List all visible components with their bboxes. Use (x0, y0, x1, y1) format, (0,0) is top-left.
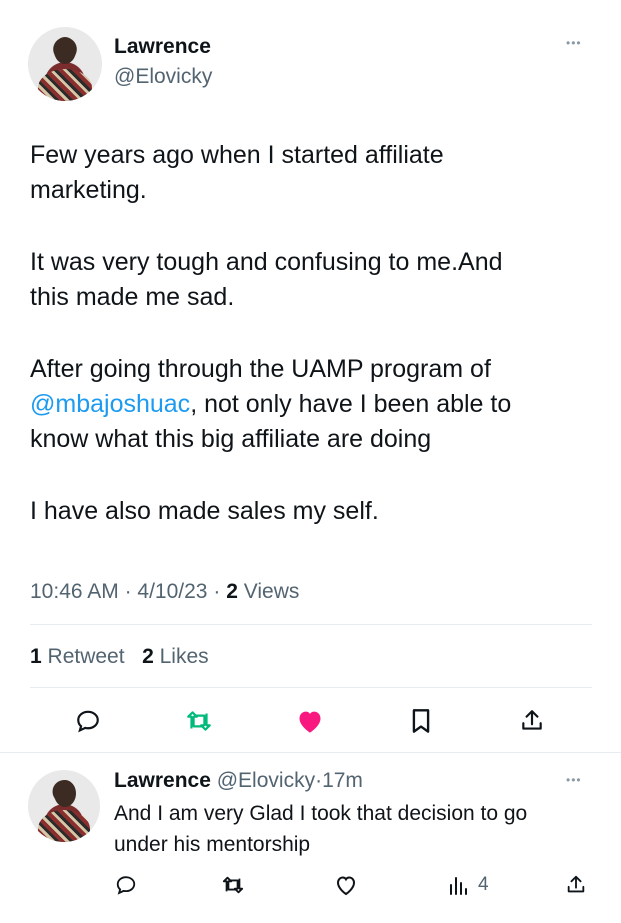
like-icon[interactable] (294, 705, 326, 737)
retweets-count: 1 (30, 645, 42, 668)
tweet-line: know what this big affiliate are doing (30, 425, 432, 453)
retweet-icon[interactable] (183, 705, 215, 737)
reply-reply-icon[interactable] (112, 871, 140, 899)
reply-line: under his mentorship (114, 833, 311, 856)
author-avatar[interactable] (28, 27, 102, 101)
likes-count: 2 (142, 645, 154, 668)
tweet-line: Few years ago when I started affiliate (30, 141, 444, 169)
author-handle[interactable]: @Elovicky (114, 65, 212, 89)
retweets-stat[interactable]: 1 Retweet (30, 645, 125, 668)
tweet-line: @mbajoshuac, not only have I been able t… (30, 387, 600, 422)
views-label: Views (243, 580, 300, 603)
separator-dot: · (124, 580, 132, 603)
more-options-icon[interactable]: ••• (566, 36, 582, 50)
share-icon[interactable] (516, 705, 548, 737)
reply-author-avatar[interactable] (28, 770, 100, 842)
reply-text: And I am very Glad I took that decision … (114, 798, 604, 860)
engagement-stats: 1 Retweet 2 Likes (30, 645, 209, 669)
reply-line: And I am very Glad I took that decision … (114, 802, 528, 825)
tweet-line: I have also made sales my self. (30, 497, 379, 525)
reply-icon[interactable] (72, 705, 104, 737)
separator-dot: · (213, 580, 221, 603)
tweet-text-fragment: , not only have I been able to (190, 390, 512, 418)
reply-share-icon[interactable] (562, 871, 590, 899)
views-count: 2 (226, 580, 238, 603)
tweet-date[interactable]: 4/10/23 (137, 580, 207, 603)
retweets-label: Retweet (47, 645, 125, 668)
reply-views-count: 4 (478, 874, 489, 895)
reply-age[interactable]: 17m (322, 769, 363, 792)
likes-stat[interactable]: 2 Likes (142, 645, 209, 668)
tweet-line: marketing. (30, 176, 147, 204)
tweet-timestamp[interactable]: 10:46 AM · 4/10/23 · 2 Views (30, 580, 299, 604)
reply-header: Lawrence @Elovicky·17m (114, 769, 363, 793)
divider (30, 687, 592, 688)
likes-label: Likes (159, 645, 209, 668)
tweet-line: It was very tough and confusing to me.An… (30, 248, 503, 276)
author-name[interactable]: Lawrence (114, 35, 211, 59)
reply-more-options-icon[interactable]: ••• (566, 773, 582, 787)
tweet-text: Few years ago when I started affiliate m… (30, 138, 600, 529)
section-divider (0, 752, 621, 753)
tweet-time[interactable]: 10:46 AM (30, 580, 119, 603)
reply-author-handle[interactable]: @Elovicky (217, 769, 315, 792)
tweet-line: this made me sad. (30, 283, 235, 311)
divider (30, 624, 592, 625)
reply-author-name[interactable]: Lawrence (114, 769, 211, 792)
bookmark-icon[interactable] (405, 705, 437, 737)
views-icon[interactable] (444, 871, 472, 899)
reply-like-icon[interactable] (332, 871, 360, 899)
tweet-line: After going through the UAMP program of (30, 355, 491, 383)
mention-link[interactable]: @mbajoshuac (30, 390, 190, 418)
reply-retweet-icon[interactable] (219, 871, 247, 899)
